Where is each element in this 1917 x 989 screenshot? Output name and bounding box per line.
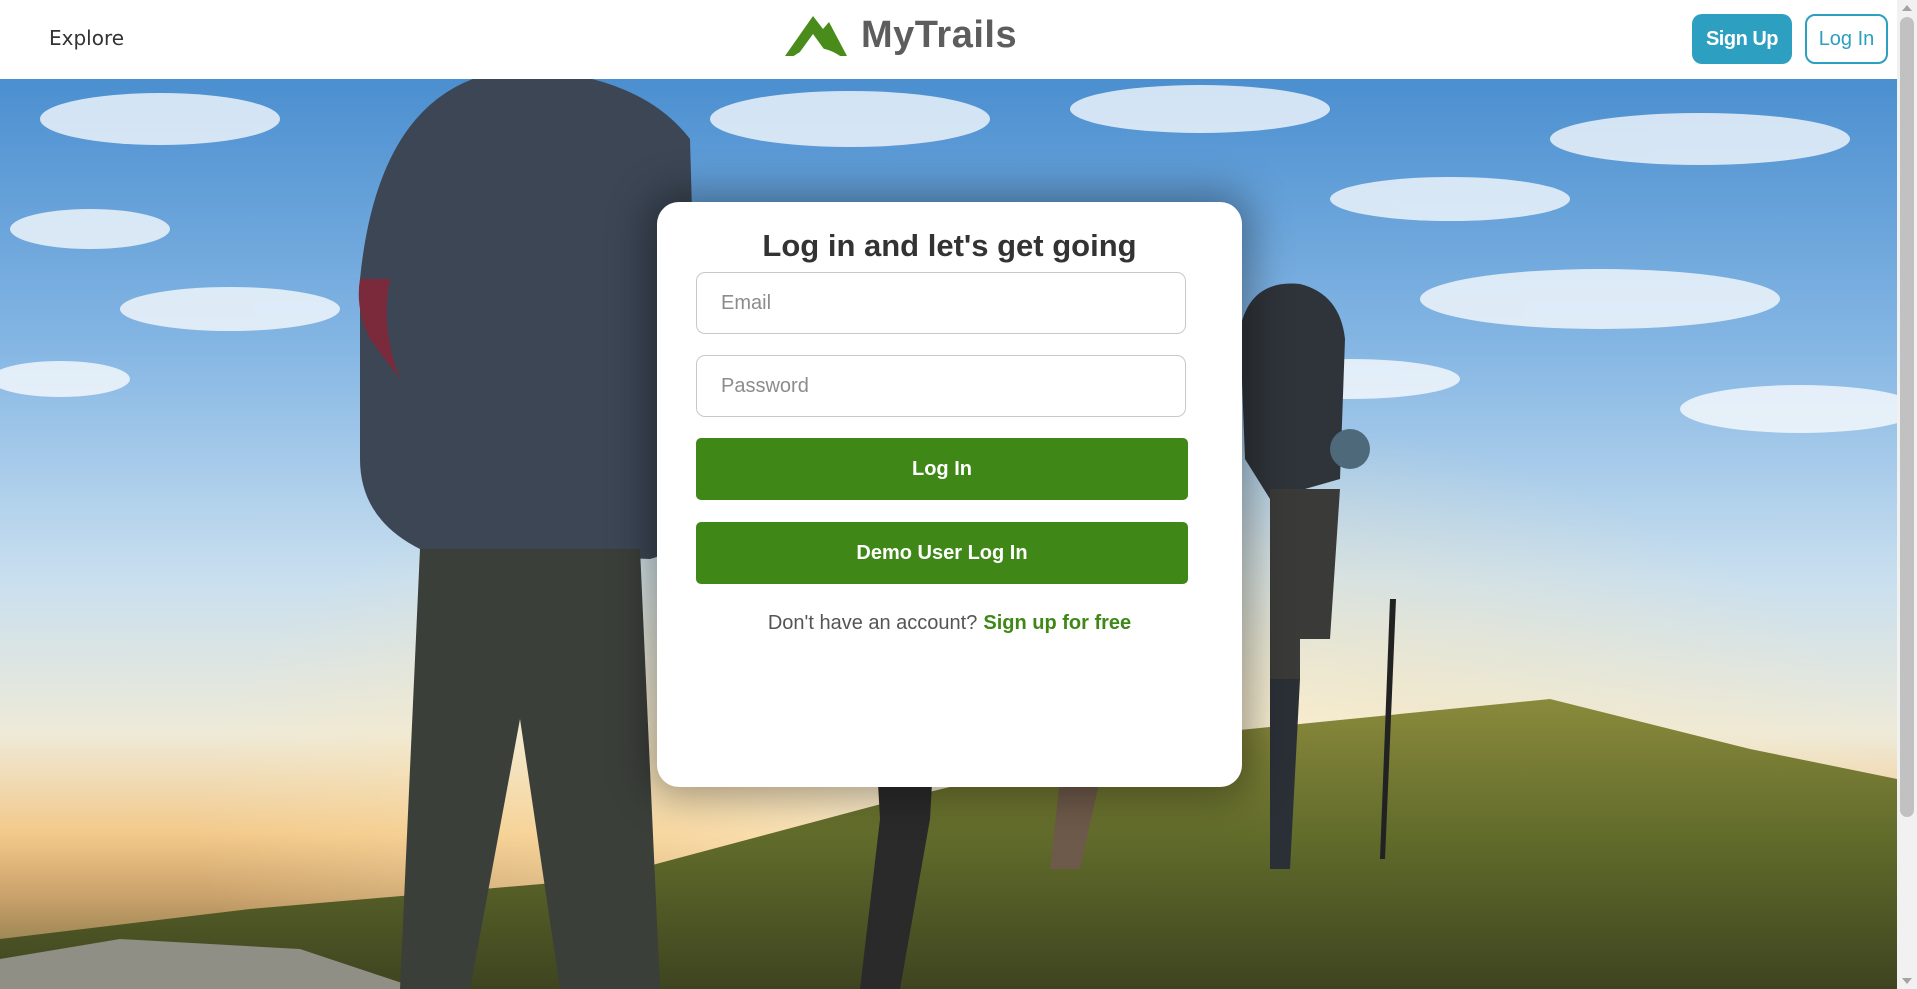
page: Explore MyTrails Sign Up Log In Log in a… xyxy=(0,0,1917,989)
top-nav: Explore MyTrails Sign Up Log In xyxy=(0,0,1897,79)
signup-free-link[interactable]: Sign up for free xyxy=(983,612,1131,634)
no-account-text: Don't have an account? xyxy=(767,612,978,634)
email-field[interactable] xyxy=(696,272,1186,334)
brand-logo[interactable]: MyTrails xyxy=(783,11,1017,59)
login-card: Log in and let's get going Log In Demo U… xyxy=(657,202,1242,787)
scroll-up-arrow-icon[interactable] xyxy=(1902,5,1912,11)
mountain-logo-icon xyxy=(785,16,847,58)
login-heading: Log in and let's get going xyxy=(762,228,1137,263)
page-scrollbar[interactable] xyxy=(1897,0,1917,989)
scrollbar-thumb[interactable] xyxy=(1900,17,1914,817)
login-submit-button[interactable]: Log In xyxy=(696,438,1188,500)
demo-login-button[interactable]: Demo User Log In xyxy=(696,522,1188,584)
signup-prompt: Don't have an account? Sign up for free xyxy=(657,612,1242,635)
password-field[interactable] xyxy=(696,355,1186,417)
scroll-down-arrow-icon[interactable] xyxy=(1902,978,1912,984)
signup-button[interactable]: Sign Up xyxy=(1692,14,1792,64)
login-nav-button[interactable]: Log In xyxy=(1805,14,1888,64)
explore-link[interactable]: Explore xyxy=(49,26,124,50)
brand-name: MyTrails xyxy=(861,13,1018,56)
